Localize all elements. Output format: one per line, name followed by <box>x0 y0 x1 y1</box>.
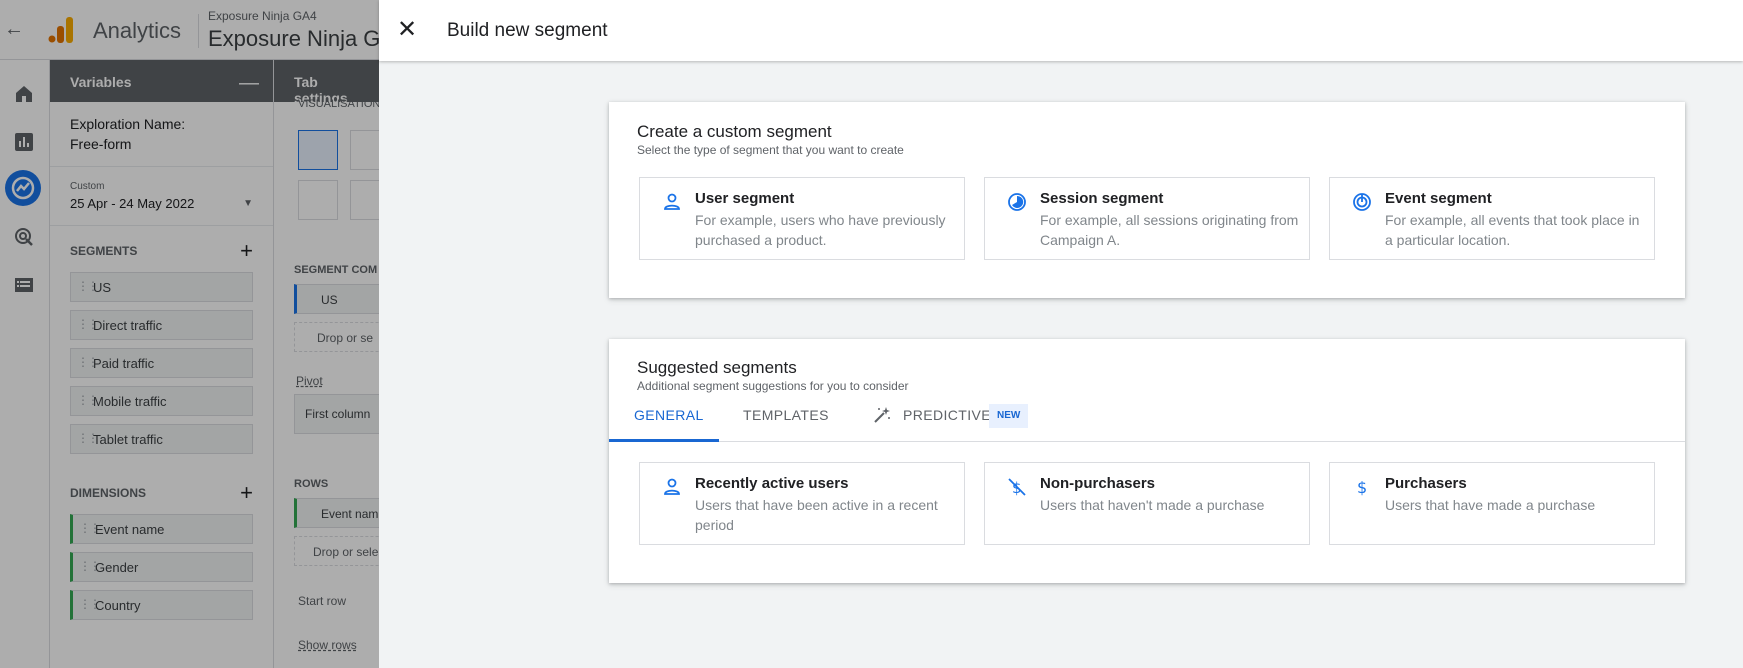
person-icon <box>664 193 680 210</box>
custom-segment-card: Create a custom segment Select the type … <box>609 102 1685 298</box>
event-icon <box>1353 193 1371 211</box>
event-segment-option[interactable]: Event segment For example, all events th… <box>1329 177 1655 260</box>
option-description: Users that haven't made a purchase <box>1040 497 1265 513</box>
option-title: Event segment <box>1385 190 1492 207</box>
option-title: User segment <box>695 190 795 207</box>
custom-segment-title: Create a custom segment <box>637 122 832 141</box>
option-description: Users that have been active in a recent … <box>695 497 938 533</box>
session-icon <box>1008 193 1026 211</box>
option-title: Session segment <box>1040 190 1164 207</box>
option-title: Purchasers <box>1385 475 1467 492</box>
dollar-icon: $ <box>1357 478 1367 497</box>
magic-wand-icon <box>874 407 890 423</box>
tab-predictive[interactable]: PREDICTIVE <box>903 407 991 423</box>
person-icon <box>664 478 680 495</box>
option-title: Non-purchasers <box>1040 475 1156 492</box>
svg-text:$: $ <box>1357 478 1367 497</box>
user-segment-option[interactable]: User segment For example, users who have… <box>639 177 965 260</box>
no-dollar-icon: $ <box>1008 478 1026 497</box>
dialog-header: ✕ Build new segment <box>379 0 1743 61</box>
suggested-segments-title: Suggested segments <box>637 358 797 377</box>
option-description: For example, all events that took place … <box>1385 212 1640 248</box>
tab-templates[interactable]: TEMPLATES <box>743 407 829 423</box>
tabs-divider <box>609 441 1685 442</box>
custom-segment-subtitle: Select the type of segment that you want… <box>637 143 904 157</box>
close-button[interactable]: ✕ <box>393 16 421 44</box>
option-description: For example, users who have previously p… <box>695 212 946 248</box>
option-description: For example, all sessions originating fr… <box>1040 212 1299 248</box>
build-segment-dialog: ✕ Build new segment Create a custom segm… <box>379 0 1743 668</box>
suggested-segments-card: Suggested segments Additional segment su… <box>609 339 1685 583</box>
purchasers-option[interactable]: $ Purchasers Users that have made a purc… <box>1329 462 1655 545</box>
option-title: Recently active users <box>695 475 849 492</box>
recently-active-users-option[interactable]: Recently active users Users that have be… <box>639 462 965 545</box>
new-badge: NEW <box>989 404 1029 428</box>
suggested-segments-subtitle: Additional segment suggestions for you t… <box>637 379 909 393</box>
option-description: Users that have made a purchase <box>1385 497 1596 513</box>
active-tab-indicator <box>609 439 719 442</box>
tab-general[interactable]: GENERAL <box>634 407 704 423</box>
session-segment-option[interactable]: Session segment For example, all session… <box>984 177 1310 260</box>
dialog-title: Build new segment <box>447 20 608 41</box>
non-purchasers-option[interactable]: $ Non-purchasers Users that haven't made… <box>984 462 1310 545</box>
